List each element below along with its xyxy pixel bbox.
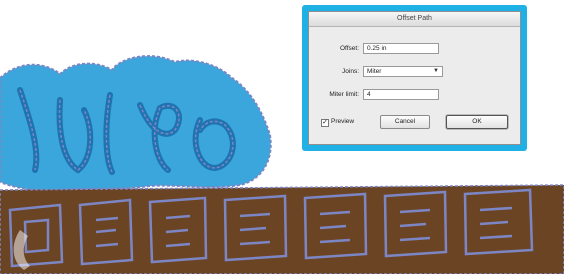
joins-select-value: Miter (367, 68, 382, 75)
offset-label: Offset: (339, 45, 359, 52)
joins-label: Joins: (342, 68, 359, 75)
cancel-button[interactable]: Cancel (380, 115, 430, 129)
miter-limit-input[interactable]: 4 (363, 89, 439, 100)
block-text-artwork[interactable] (0, 184, 564, 274)
chevron-down-icon: ▼ (433, 68, 439, 74)
ok-button[interactable]: OK (446, 115, 508, 129)
offset-input[interactable]: 0.25 in (363, 43, 439, 54)
preview-checkbox[interactable]: ✓ (321, 119, 329, 127)
script-text-artwork[interactable] (0, 55, 272, 192)
joins-select[interactable]: Miter ▼ (363, 66, 443, 77)
miter-limit-label: Miter limit: (329, 91, 359, 98)
offset-path-dialog: Offset Path Offset: 0.25 in Joins: Miter… (308, 11, 521, 145)
dialog-title: Offset Path (309, 12, 520, 27)
preview-label[interactable]: Preview (331, 118, 354, 125)
